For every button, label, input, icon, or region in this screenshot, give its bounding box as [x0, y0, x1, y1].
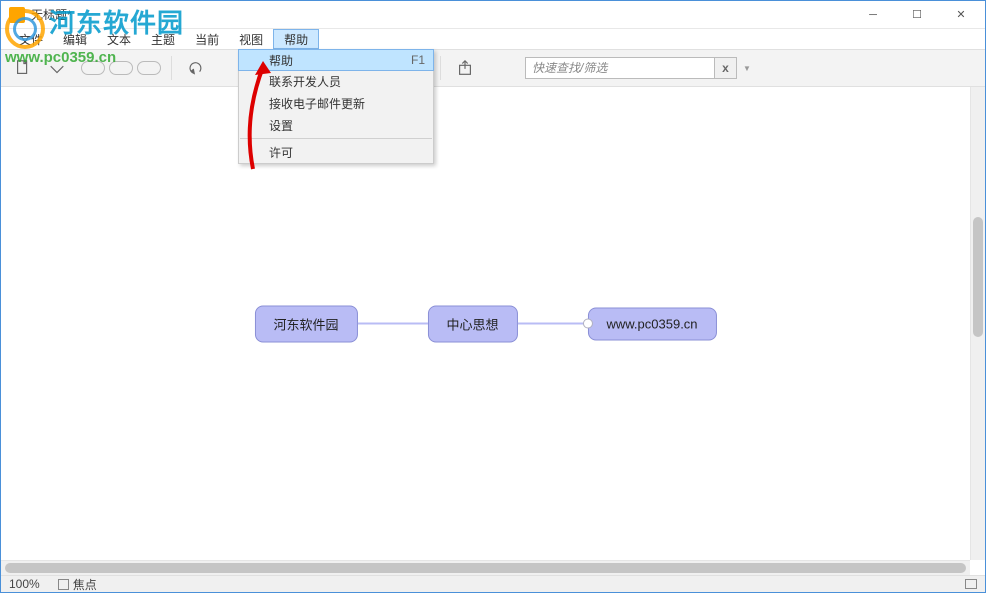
menu-text-style[interactable]: 文本 [97, 29, 141, 49]
menu-help[interactable]: 帮助 [273, 29, 319, 49]
mindmap-node-center[interactable]: 中心思想 [427, 305, 517, 342]
separator [171, 56, 172, 80]
dropdown-separator [240, 138, 432, 139]
help-menuitem-contact-dev[interactable]: 联系开发人员 [239, 70, 433, 92]
menu-file[interactable]: 文件 [9, 29, 53, 49]
search-box: x ▼ [525, 57, 751, 79]
search-input[interactable] [525, 57, 715, 79]
window-title: 无标题* [31, 6, 851, 23]
app-icon [9, 7, 25, 23]
menu-edit[interactable]: 编辑 [53, 29, 97, 49]
close-button[interactable]: ✕ [939, 1, 983, 29]
help-menuitem-settings[interactable]: 设置 [239, 114, 433, 136]
connector-right [517, 323, 587, 325]
help-menuitem-license[interactable]: 许可 [239, 141, 433, 163]
pill-shape-3[interactable] [137, 61, 161, 75]
help-menuitem-help[interactable]: 帮助 F1 [238, 49, 434, 71]
titlebar: 无标题* ─ ☐ ✕ [1, 1, 985, 29]
maximize-button[interactable]: ☐ [895, 1, 939, 29]
share-button[interactable] [451, 54, 479, 82]
canvas[interactable]: 河东软件园 中心思想 www.pc0359.cn [1, 87, 970, 560]
mindmap-node-right[interactable]: www.pc0359.cn [587, 307, 716, 340]
status-view-icon[interactable] [965, 579, 977, 589]
focus-checkbox[interactable] [58, 579, 69, 590]
new-file-button[interactable] [9, 54, 37, 82]
help-dropdown: 帮助 F1 联系开发人员 接收电子邮件更新 设置 许可 [238, 49, 434, 164]
connector-handle-icon[interactable] [582, 319, 592, 329]
search-options-icon[interactable]: ▼ [743, 64, 751, 73]
help-menuitem-email-updates[interactable]: 接收电子邮件更新 [239, 92, 433, 114]
statusbar: 100% 焦点 [1, 575, 985, 592]
search-clear-button[interactable]: x [715, 57, 737, 79]
vertical-scroll-thumb[interactable] [973, 217, 983, 337]
horizontal-scrollbar[interactable] [1, 560, 970, 575]
dd-label: 联系开发人员 [269, 73, 341, 90]
dd-label: 设置 [269, 117, 293, 134]
vertical-scrollbar[interactable] [970, 87, 985, 560]
menu-view[interactable]: 视图 [229, 29, 273, 49]
mindmap-node-left[interactable]: 河东软件园 [254, 305, 357, 342]
menu-current[interactable]: 当前 [185, 29, 229, 49]
dd-label: 接收电子邮件更新 [269, 95, 365, 112]
minimize-button[interactable]: ─ [851, 1, 895, 29]
horizontal-scroll-thumb[interactable] [5, 563, 966, 573]
pill-shape-1[interactable] [81, 61, 105, 75]
separator [440, 56, 441, 80]
pill-shape-2[interactable] [109, 61, 133, 75]
dd-label: 帮助 [269, 52, 293, 69]
zoom-level[interactable]: 100% [9, 577, 40, 591]
menu-topic[interactable]: 主题 [141, 29, 185, 49]
dd-shortcut: F1 [411, 53, 425, 67]
open-dropdown-button[interactable] [43, 54, 71, 82]
shape-pills [81, 61, 161, 75]
dd-label: 许可 [269, 144, 293, 161]
undo-button[interactable] [182, 54, 210, 82]
connector-left [357, 323, 427, 325]
focus-label: 焦点 [73, 576, 97, 593]
mindmap: 河东软件园 中心思想 www.pc0359.cn [254, 305, 716, 342]
toolbar: x ▼ [1, 49, 985, 87]
menubar: 文件 编辑 文本 主题 当前 视图 帮助 [1, 29, 985, 49]
